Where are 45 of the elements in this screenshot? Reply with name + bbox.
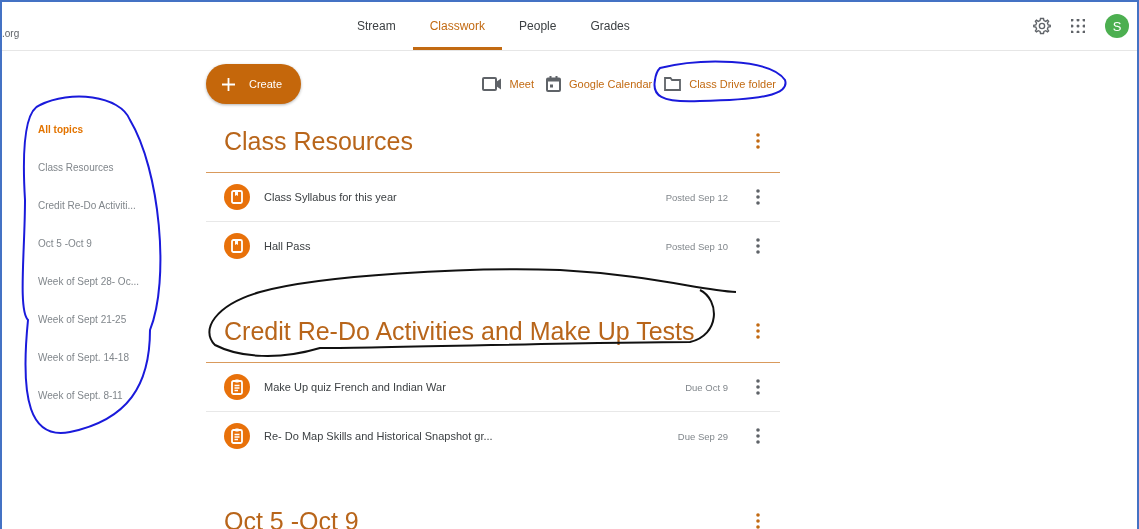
more-icon[interactable] [756,428,760,444]
settings-icon[interactable] [1033,17,1051,35]
folder-icon [664,77,682,91]
more-icon[interactable] [756,379,760,395]
link[interactable]: Class Drive folder [689,78,776,90]
topic-link[interactable]: Week of Sept 28- Oc... [38,262,206,300]
more-icon[interactable] [756,513,760,529]
nav-tab[interactable]: Grades [573,2,647,50]
item-title[interactable]: Hall Pass [264,240,652,252]
topic-heading: Credit Re-Do Activities and Make Up Tests [224,316,695,346]
material-icon [224,233,250,259]
link[interactable]: Meet [509,78,534,90]
topic-link[interactable]: All topics [38,110,206,148]
topic-link[interactable]: Week of Sept. 14-18 [38,338,206,376]
topic-link[interactable]: Oct 5 -Oct 9 [38,224,206,262]
assignment-icon [224,374,250,400]
account-avatar[interactable]: S [1105,14,1129,38]
topic-link[interactable]: Week of Sept. 8-11 [38,376,206,414]
topic-link[interactable]: Credit Re-Do Activiti... [38,186,206,224]
item-date: Due Oct 9 [685,381,728,393]
item-title[interactable]: Make Up quiz French and Indian War [264,381,672,393]
item-title[interactable]: Re- Do Map Skills and Historical Snapshot gr... [264,430,664,442]
domain-text: .org [2,27,20,39]
item-title[interactable]: Class Syllabus for this year [264,191,652,203]
item-date: Posted Sep 12 [665,191,728,203]
item-date: Posted Sep 10 [665,240,728,252]
create-button[interactable]: Create [206,64,301,104]
nav-tab[interactable]: People [502,2,574,50]
nav-tab[interactable]: Stream [340,2,413,50]
topic-heading: Class Resources [224,126,413,156]
video-camera-icon [481,77,502,91]
more-icon[interactable] [756,323,760,339]
more-icon[interactable] [756,133,760,149]
nav-tab[interactable]: Classwork [412,2,503,50]
material-icon [224,184,250,210]
item-date: Due Sep 29 [677,430,728,442]
apps-icon[interactable] [1071,19,1085,33]
more-icon[interactable] [756,189,760,205]
topic-link[interactable]: Week of Sept 21-25 [38,300,206,338]
more-icon[interactable] [756,238,760,254]
calendar-icon [546,76,561,92]
topic-link[interactable]: Class Resources [38,148,206,186]
plus-icon [222,77,235,91]
assignment-icon [224,423,250,449]
link[interactable]: Google Calendar [569,78,653,90]
